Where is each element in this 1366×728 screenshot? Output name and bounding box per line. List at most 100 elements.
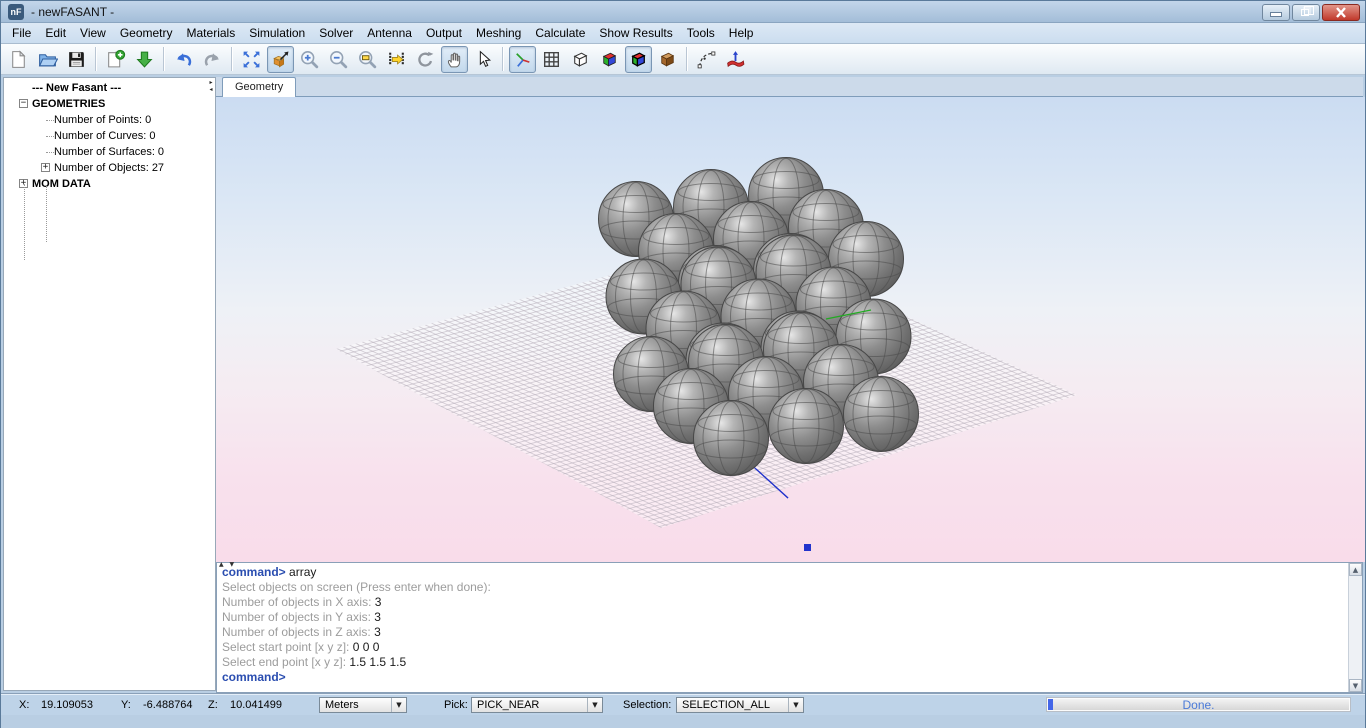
- menu-solver[interactable]: Solver: [312, 24, 360, 42]
- close-button[interactable]: [1322, 4, 1360, 21]
- menu-view[interactable]: View: [73, 24, 113, 42]
- sphere-object[interactable]: [769, 389, 844, 464]
- zoom-window-button[interactable]: [354, 46, 381, 73]
- open-file-icon: [37, 49, 58, 70]
- wireframe-view-button[interactable]: [567, 46, 594, 73]
- console-line: Select objects on screen (Press enter wh…: [222, 580, 1346, 595]
- redo-icon: [202, 49, 223, 70]
- minimize-button[interactable]: [1262, 4, 1290, 21]
- console-line: command>: [222, 670, 1346, 685]
- progress-bar: Done.: [1046, 697, 1351, 712]
- show-grid-button[interactable]: [538, 46, 565, 73]
- tab-geometry[interactable]: Geometry: [222, 77, 296, 97]
- tree-item-label: Number of Objects: 27: [54, 162, 164, 174]
- show-axes-button[interactable]: [509, 46, 536, 73]
- console-line: Select start point [x y z]: 0 0 0: [222, 640, 1346, 655]
- show-grid-icon: [541, 49, 562, 70]
- move-object-button[interactable]: [383, 46, 410, 73]
- status-bar: X: 19.109053 Y: -6.488764 Z: 10.041499 M…: [1, 693, 1365, 715]
- expand-icon[interactable]: +: [41, 163, 50, 172]
- viewport-3d[interactable]: [216, 97, 1365, 562]
- solid-wireframe-view-icon: [628, 49, 649, 70]
- new-geometry-button[interactable]: [102, 46, 129, 73]
- toolbar-separator: [231, 47, 233, 71]
- redo-button[interactable]: [199, 46, 226, 73]
- pick-mode-dropdown[interactable]: PICK_NEAR▼: [471, 697, 603, 713]
- rotate-view-button[interactable]: [412, 46, 439, 73]
- curve-tool-button[interactable]: [693, 46, 720, 73]
- undo-button[interactable]: [170, 46, 197, 73]
- tree-connector: [46, 152, 54, 153]
- toolbar-separator: [163, 47, 165, 71]
- new-file-icon: [8, 49, 29, 70]
- window-title: - newFASANT -: [31, 5, 114, 19]
- tree-item-number-of-curves-0[interactable]: Number of Curves: 0: [4, 128, 215, 144]
- orbit-view-button[interactable]: [267, 46, 294, 73]
- menu-meshing[interactable]: Meshing: [469, 24, 528, 42]
- selection-mode-dropdown[interactable]: SELECTION_ALL▼: [676, 697, 804, 713]
- move-object-icon: [386, 49, 407, 70]
- scroll-down-icon[interactable]: ▼: [1349, 679, 1362, 692]
- console-line: command> array: [222, 565, 1346, 580]
- zoom-in-button[interactable]: [296, 46, 323, 73]
- pan-view-button[interactable]: [441, 46, 468, 73]
- select-pointer-button[interactable]: [470, 46, 497, 73]
- console-line: Select end point [x y z]: 1.5 1.5 1.5: [222, 655, 1346, 670]
- close-icon: [1323, 5, 1359, 20]
- new-file-button[interactable]: [5, 46, 32, 73]
- menu-geometry[interactable]: Geometry: [113, 24, 180, 42]
- menu-output[interactable]: Output: [419, 24, 469, 42]
- menu-help[interactable]: Help: [722, 24, 761, 42]
- plane-wave-tool-button[interactable]: [722, 46, 749, 73]
- zoom-out-button[interactable]: [325, 46, 352, 73]
- tree-connector: [46, 136, 54, 137]
- console-scrollbar[interactable]: ▲ ▼: [1348, 563, 1362, 692]
- restore-button[interactable]: [1292, 4, 1320, 21]
- menu-file[interactable]: File: [5, 24, 38, 42]
- sphere-object[interactable]: [694, 401, 769, 476]
- solid-view-button[interactable]: [596, 46, 623, 73]
- panel-collapse-handle[interactable]: ▸◂: [207, 79, 215, 93]
- menu-bar: FileEditViewGeometryMaterialsSimulationS…: [1, 23, 1365, 44]
- new-geometry-icon: [105, 49, 126, 70]
- menu-tools[interactable]: Tools: [680, 24, 722, 42]
- solid-wireframe-view-button[interactable]: [625, 46, 652, 73]
- menu-simulation[interactable]: Simulation: [242, 24, 312, 42]
- import-geometry-button[interactable]: [131, 46, 158, 73]
- cursor-y-label: Y:: [121, 699, 131, 711]
- textured-view-button[interactable]: [654, 46, 681, 73]
- menu-calculate[interactable]: Calculate: [528, 24, 592, 42]
- axis-end-point-marker: [804, 544, 811, 551]
- open-file-button[interactable]: [34, 46, 61, 73]
- toolbar-separator: [95, 47, 97, 71]
- tree-item-number-of-points-0[interactable]: Number of Points: 0: [4, 112, 215, 128]
- tree-item-number-of-objects-27[interactable]: + Number of Objects: 27: [4, 160, 215, 176]
- rotate-view-icon: [415, 49, 436, 70]
- solid-view-icon: [599, 49, 620, 70]
- tree-item-mom-data[interactable]: +MOM DATA: [4, 176, 215, 192]
- sphere-object[interactable]: [844, 377, 919, 452]
- tree-item-label: Number of Surfaces: 0: [54, 146, 164, 158]
- tree-item-new-fasant[interactable]: --- New Fasant ---: [4, 80, 215, 96]
- units-dropdown[interactable]: Meters▼: [319, 697, 407, 713]
- minimize-icon: [1271, 13, 1281, 16]
- menu-edit[interactable]: Edit: [38, 24, 73, 42]
- fit-view-icon: [241, 49, 262, 70]
- fit-view-button[interactable]: [238, 46, 265, 73]
- tree-item-number-of-surfaces-0[interactable]: Number of Surfaces: 0: [4, 144, 215, 160]
- select-pointer-icon: [473, 49, 494, 70]
- progress-text: Done.: [1047, 698, 1350, 711]
- toolbar-separator: [686, 47, 688, 71]
- scroll-up-icon[interactable]: ▲: [1349, 563, 1362, 576]
- command-console[interactable]: ▲ ▼ command> arraySelect objects on scre…: [216, 562, 1363, 693]
- collapse-icon[interactable]: −: [19, 99, 28, 108]
- save-file-button[interactable]: [63, 46, 90, 73]
- window-frame-bottom: [1, 715, 1365, 728]
- import-geometry-icon: [134, 49, 155, 70]
- tree-item-geometries[interactable]: −GEOMETRIES: [4, 96, 215, 112]
- tree-item-label: GEOMETRIES: [32, 98, 105, 110]
- menu-antenna[interactable]: Antenna: [360, 24, 419, 42]
- orbit-view-icon: [270, 49, 291, 70]
- menu-materials[interactable]: Materials: [180, 24, 243, 42]
- menu-show-results[interactable]: Show Results: [592, 24, 679, 42]
